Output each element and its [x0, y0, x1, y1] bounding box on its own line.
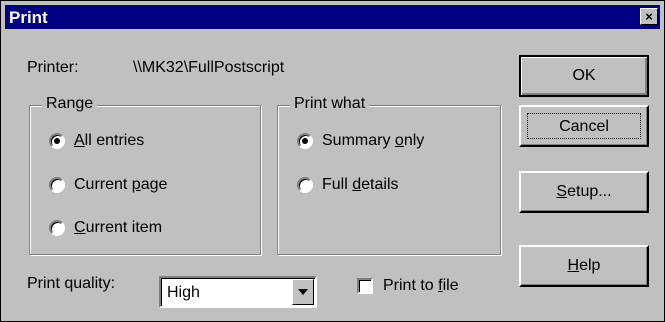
print-quality-value: High — [167, 284, 200, 301]
close-icon[interactable]: × — [640, 8, 658, 25]
radio-label: Full details — [322, 176, 399, 193]
print-quality-label: Print quality: — [27, 275, 116, 292]
radio-summary-only[interactable]: Summary only — [297, 132, 424, 150]
help-button-label: Help — [567, 257, 601, 274]
setup-button[interactable]: Setup... — [519, 171, 649, 213]
radio-label: Summary only — [322, 132, 425, 149]
radio-button-icon[interactable] — [49, 220, 65, 236]
cancel-button[interactable]: Cancel — [519, 105, 649, 147]
print-to-file-checkbox[interactable] — [357, 278, 373, 294]
radio-button-icon[interactable] — [49, 177, 65, 193]
print-what-group-title: Print what — [290, 95, 370, 113]
radio-full-details[interactable]: Full details — [297, 176, 399, 194]
ok-button-label: OK — [572, 67, 596, 84]
radio-current-item[interactable]: Current item — [49, 219, 162, 237]
radio-current-page[interactable]: Current page — [49, 176, 167, 194]
setup-button-label: Setup... — [556, 183, 612, 200]
help-button[interactable]: Help — [519, 245, 649, 287]
range-group-title: Range — [42, 95, 98, 113]
radio-button-icon[interactable] — [297, 133, 313, 149]
cancel-button-label: Cancel — [527, 113, 641, 139]
ok-button[interactable]: OK — [519, 55, 649, 97]
print-to-file-checkbox-row[interactable]: Print to file — [357, 277, 459, 295]
radio-label: Current page — [74, 176, 168, 193]
radio-label: Current item — [74, 219, 163, 236]
printer-label: Printer: — [27, 59, 79, 76]
window-title: Print — [9, 8, 48, 27]
radio-button-icon[interactable] — [49, 133, 65, 149]
print-to-file-label: Print to file — [383, 277, 459, 294]
print-dialog: Print × Printer: \\MK32\FullPostscript R… — [0, 0, 665, 322]
radio-button-icon[interactable] — [297, 177, 313, 193]
radio-label: All entries — [74, 132, 145, 149]
radio-all-entries[interactable]: All entries — [49, 132, 144, 150]
print-quality-select[interactable]: High — [159, 276, 317, 308]
title-bar[interactable]: Print × — [5, 5, 660, 29]
chevron-down-icon[interactable] — [292, 279, 314, 305]
printer-name: \\MK32\FullPostscript — [133, 59, 285, 76]
